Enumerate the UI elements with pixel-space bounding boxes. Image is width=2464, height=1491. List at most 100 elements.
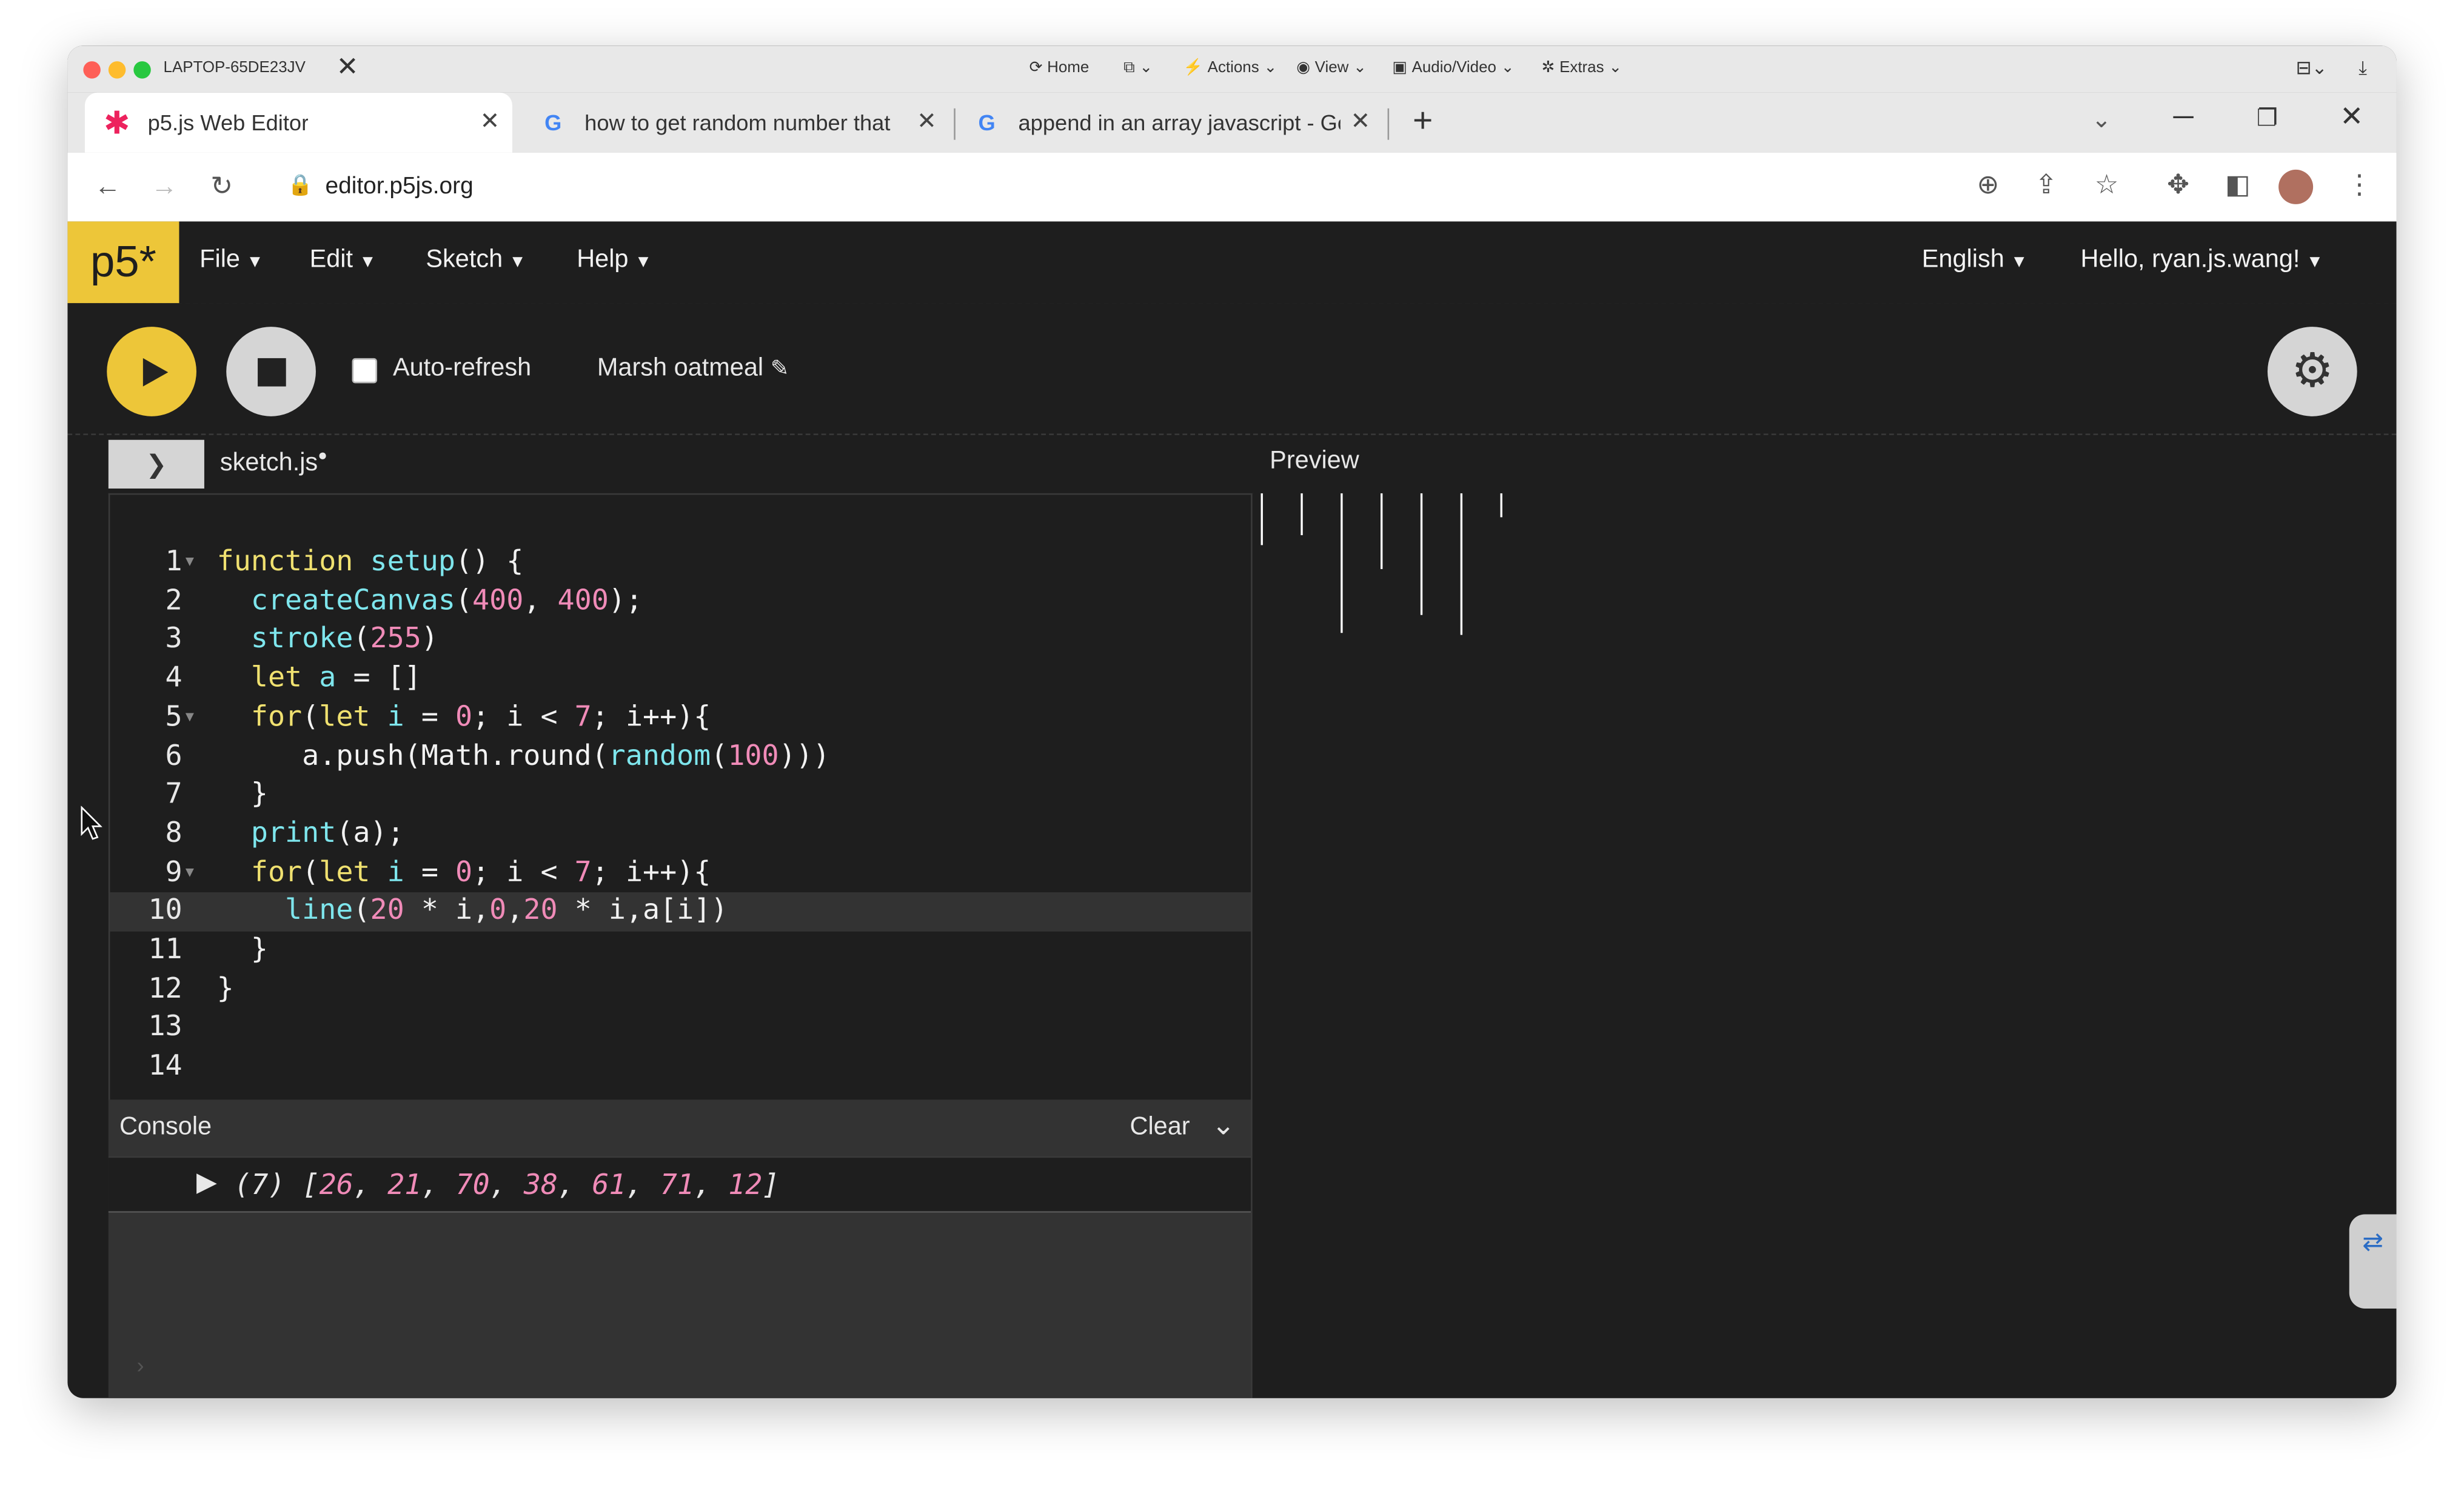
lock-icon: 🔒 bbox=[287, 173, 313, 196]
restore-icon[interactable]: ❐ bbox=[2257, 104, 2278, 132]
sketch-toolbar: Auto-refresh Marsh oatmeal ✎ ⚙ bbox=[67, 303, 2397, 435]
remote-menu-actions[interactable]: ⚡ Actions ⌄ bbox=[1183, 59, 1277, 77]
window-layout-icon[interactable]: ⊟⌄ bbox=[2296, 56, 2328, 78]
download-icon[interactable]: ⤓ bbox=[2359, 56, 2367, 80]
language-menu[interactable]: English ▼ bbox=[1922, 247, 2028, 275]
console-header: Console Clear ⌄ bbox=[108, 1099, 1251, 1156]
bookmark-star-icon[interactable]: ☆ bbox=[2095, 170, 2119, 201]
tab-title: how to get random number that bbox=[584, 110, 891, 135]
code-line: 8 print(a); bbox=[165, 816, 404, 850]
copy-icon: ⧉ bbox=[1123, 59, 1135, 77]
code-line: 12} bbox=[148, 972, 234, 1005]
tab-title: append in an array javascript - Go bbox=[1018, 110, 1341, 135]
remote-session-bar: LAPTOP-65DE23JV ✕ ⟳ Home ⧉ ⌄ ⚡ Actions ⌄ ◉ Vi… bbox=[67, 45, 2397, 93]
preview-title: Preview bbox=[1270, 447, 1359, 475]
tab-divider bbox=[1387, 108, 1390, 140]
p5-logo[interactable]: p5* bbox=[67, 221, 179, 304]
file-tab[interactable]: sketch.js● bbox=[220, 448, 327, 478]
menu-help[interactable]: Help ▼ bbox=[577, 247, 652, 275]
fold-arrow-icon[interactable]: ▼ bbox=[186, 544, 194, 582]
console-output-line[interactable]: ▶ (7) [26, 21, 70, 38, 61, 71, 12] bbox=[108, 1158, 1251, 1213]
fold-arrow-icon[interactable]: ▼ bbox=[186, 699, 194, 738]
tab-search-icon[interactable]: ⌄ bbox=[2092, 105, 2112, 133]
minimize-window-icon[interactable] bbox=[108, 61, 126, 79]
close-tab-icon[interactable]: ✕ bbox=[480, 107, 500, 135]
expand-triangle-icon[interactable]: ▶ bbox=[196, 1167, 217, 1199]
code-line-current: 10 line(20 * i,0,20 * i,a[i]) bbox=[110, 892, 1253, 932]
auto-refresh-checkbox[interactable] bbox=[352, 358, 378, 384]
remote-menu-home[interactable]: ⟳ Home bbox=[1029, 59, 1090, 77]
code-line: 13 bbox=[148, 1010, 182, 1044]
close-session-icon[interactable]: ✕ bbox=[336, 52, 359, 84]
settings-button[interactable]: ⚙ bbox=[2267, 327, 2357, 416]
more-options-icon[interactable]: ⋮ bbox=[2346, 170, 2373, 201]
profile-avatar[interactable] bbox=[2278, 169, 2314, 204]
code-line: 9 ▼ for(let i = 0; i < 7; i++){ bbox=[110, 854, 1252, 893]
remote-menu-files[interactable]: ⧉ ⌄ bbox=[1123, 59, 1153, 77]
google-icon: G bbox=[544, 110, 562, 135]
new-tab-icon[interactable]: + bbox=[1413, 101, 1433, 141]
remote-panel-handle[interactable]: ⇄ bbox=[2349, 1214, 2397, 1309]
dropdown-arrow-icon: ▼ bbox=[2010, 253, 2028, 272]
reload-icon[interactable]: ↻ bbox=[210, 172, 233, 203]
tab-random-number[interactable]: G how to get random number that ✕ bbox=[525, 93, 949, 152]
code-line: 5 ▼ for(let i = 0; i < 7; i++){ bbox=[110, 699, 1252, 738]
dropdown-arrow-icon: ▼ bbox=[359, 253, 377, 272]
lightning-icon: ⚡ bbox=[1183, 59, 1203, 77]
close-tab-icon[interactable]: ✕ bbox=[1350, 107, 1370, 135]
side-panel-icon[interactable]: ◧ bbox=[2225, 170, 2251, 201]
share-icon[interactable]: ⇪ bbox=[2035, 170, 2057, 201]
zoom-window-icon[interactable] bbox=[133, 61, 151, 79]
code-line: 6 a.push(Math.round(random(100))) bbox=[165, 739, 830, 772]
tools-icon: ✲ bbox=[1541, 59, 1555, 77]
dropdown-arrow-icon: ▼ bbox=[634, 253, 652, 272]
menu-edit[interactable]: Edit ▼ bbox=[310, 247, 377, 275]
stop-button[interactable] bbox=[226, 327, 316, 416]
browser-window: LAPTOP-65DE23JV ✕ ⟳ Home ⧉ ⌄ ⚡ Actions ⌄ ◉ Vi… bbox=[67, 45, 2397, 1398]
play-button[interactable] bbox=[107, 327, 196, 416]
play-icon bbox=[142, 357, 168, 386]
eye-icon: ◉ bbox=[1296, 59, 1310, 77]
forward-icon[interactable]: → bbox=[151, 172, 178, 203]
collapse-chevron-icon[interactable]: ⌄ bbox=[1211, 1109, 1235, 1142]
console-array-output: (7) [26, 21, 70, 38, 61, 71, 12] bbox=[234, 1169, 780, 1202]
p5-asterisk-icon: ✱ bbox=[104, 105, 130, 141]
tab-divider bbox=[954, 108, 956, 140]
menu-sketch[interactable]: Sketch ▼ bbox=[426, 247, 526, 275]
back-icon[interactable]: ← bbox=[95, 172, 121, 203]
url-field[interactable]: editor.p5js.org bbox=[326, 173, 474, 199]
preview-canvas[interactable] bbox=[1260, 493, 1889, 1122]
remote-menu-extras[interactable]: ✲ Extras ⌄ bbox=[1542, 59, 1622, 77]
teamviewer-icon: ⇄ bbox=[2362, 1230, 2383, 1257]
code-editor[interactable]: 1 ▼ function setup() { 2 createCanvas(400,… bbox=[108, 493, 1254, 1101]
project-name[interactable]: Marsh oatmeal ✎ bbox=[597, 355, 789, 384]
code-line: 7 } bbox=[165, 778, 268, 811]
sidebar-toggle-button[interactable]: ❯ bbox=[108, 439, 204, 489]
gear-icon: ⚙ bbox=[2291, 345, 2334, 398]
extensions-icon[interactable]: ✥ bbox=[2167, 170, 2189, 201]
fold-arrow-icon[interactable]: ▼ bbox=[186, 854, 194, 893]
minimize-icon[interactable]: ─ bbox=[2173, 101, 2193, 133]
unsaved-dot-icon: ● bbox=[318, 447, 327, 465]
stop-icon bbox=[256, 357, 286, 386]
preview-panel bbox=[1251, 493, 2397, 1398]
close-tab-icon[interactable]: ✕ bbox=[917, 107, 937, 135]
tab-p5js-editor[interactable]: ✱ p5.js Web Editor ✕ bbox=[84, 92, 512, 153]
user-menu[interactable]: Hello, ryan.js.wang! ▼ bbox=[2081, 247, 2323, 275]
code-line: 4 let a = [] bbox=[165, 661, 421, 695]
code-line: 11 } bbox=[148, 933, 268, 966]
close-window-icon[interactable] bbox=[83, 61, 101, 79]
tab-append-array[interactable]: G append in an array javascript - Go ✕ bbox=[959, 93, 1383, 152]
remote-menu-audio-video[interactable]: ▣ Audio/Video ⌄ bbox=[1392, 59, 1514, 77]
console-title: Console bbox=[119, 1113, 212, 1141]
remote-host-name: LAPTOP-65DE23JV bbox=[163, 59, 306, 77]
zoom-icon[interactable]: ⊕ bbox=[1977, 170, 1999, 201]
menu-file[interactable]: File ▼ bbox=[199, 247, 263, 275]
close-icon[interactable]: ✕ bbox=[2340, 101, 2363, 133]
google-icon: G bbox=[978, 110, 996, 135]
console-input-prompt[interactable]: › bbox=[136, 1353, 144, 1378]
console-clear-button[interactable]: Clear bbox=[1130, 1114, 1190, 1142]
chevron-right-icon: ❯ bbox=[146, 452, 167, 479]
dropdown-arrow-icon: ▼ bbox=[509, 253, 526, 272]
remote-menu-view[interactable]: ◉ View ⌄ bbox=[1296, 59, 1367, 77]
